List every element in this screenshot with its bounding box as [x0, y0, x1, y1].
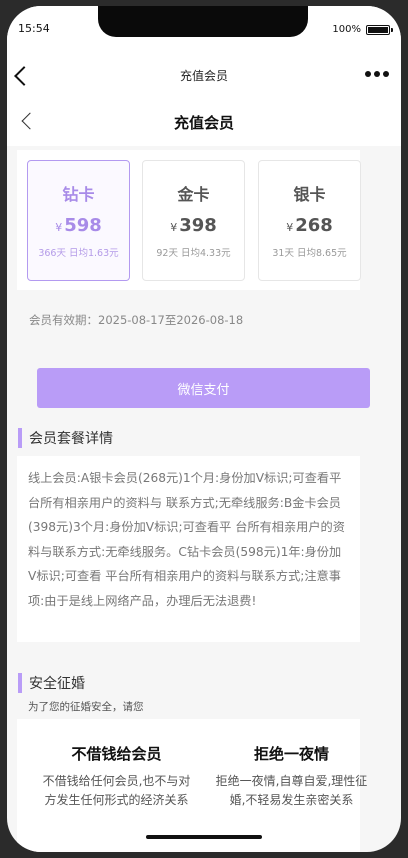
more-options-icon[interactable] [365, 71, 389, 77]
price-value: 268 [295, 215, 333, 236]
status-time: 15:54 [18, 22, 50, 35]
page-title: 充值会员 [173, 114, 234, 132]
top-nav-title: 充值会员 [179, 69, 228, 83]
plan-card-gold[interactable]: 金卡 ¥398 92天 日均4.33元 [142, 160, 245, 281]
battery-icon [366, 25, 393, 35]
plan-card-diamond[interactable]: 钻卡 ¥598 366天 日均1.63元 [27, 160, 130, 281]
safety-tip-no-one-night: 拒绝一夜情 拒绝一夜情,自尊自爱,理性征婚,不轻易发生亲密关系 [214, 743, 369, 810]
details-section-title: 会员套餐详情 [18, 428, 113, 448]
plan-name: 金卡 [177, 185, 210, 204]
home-indicator[interactable] [146, 835, 262, 839]
section-title-text: 安全征婚 [29, 676, 85, 692]
price-value: 398 [179, 215, 217, 236]
currency-symbol: ¥ [170, 221, 178, 234]
currency-symbol: ¥ [55, 221, 63, 234]
safety-tip-heading: 不借钱给会员 [71, 745, 162, 763]
section-title-text: 会员套餐详情 [29, 431, 113, 447]
plan-cards: 钻卡 ¥598 366天 日均1.63元 金卡 ¥398 92天 日均4.33元… [17, 150, 361, 290]
safety-subtitle: 为了您的征婚安全，请您 [28, 701, 144, 713]
wechat-pay-button[interactable]: 微信支付 [37, 368, 370, 408]
device-notch [98, 6, 308, 37]
price-value: 598 [64, 215, 102, 236]
safety-tip-text: 拒绝一夜情,自尊自爱,理性征婚,不轻易发生亲密关系 [215, 774, 368, 807]
safety-tip-heading: 拒绝一夜情 [253, 745, 329, 763]
plan-desc: 366天 日均1.63元 [38, 248, 119, 259]
section-accent-bar [18, 673, 22, 693]
plan-price: ¥598 [28, 215, 129, 236]
safety-section-title: 安全征婚 [18, 673, 85, 693]
top-nav-bar: 充值会员 [7, 54, 401, 100]
battery-percent: 100% [332, 24, 361, 35]
page-header: 充值会员 [7, 100, 401, 146]
plan-name: 钻卡 [62, 185, 95, 204]
phone-screen: 15:54 100% 充值会员 充值会员 钻卡 ¥598 366天 日均1.63… [7, 6, 401, 852]
section-accent-bar [18, 428, 22, 448]
safety-tips: 不借钱给会员 不借钱给任何会员,也不与对方发生任何形式的经济关系 拒绝一夜情 拒… [17, 719, 367, 852]
plan-desc: 31天 日均8.65元 [272, 248, 347, 259]
plan-desc: 92天 日均4.33元 [156, 248, 231, 259]
plan-price: ¥398 [143, 215, 244, 236]
package-details-text: 线上会员:A银卡会员(268元)1个月:身份加V标识;可查看平台所有相亲用户的资… [17, 456, 360, 642]
safety-tip-text: 不借钱给任何会员,也不与对方发生任何形式的经济关系 [42, 774, 191, 807]
membership-validity: 会员有效期：2025-08-17至2026-08-18 [29, 313, 244, 327]
currency-symbol: ¥ [286, 221, 294, 234]
plan-name: 银卡 [293, 185, 326, 204]
safety-tip-no-lending: 不借钱给会员 不借钱给任何会员,也不与对方发生任何形式的经济关系 [39, 743, 194, 810]
plan-card-silver[interactable]: 银卡 ¥268 31天 日均8.65元 [258, 160, 361, 281]
plan-price: ¥268 [259, 215, 360, 236]
